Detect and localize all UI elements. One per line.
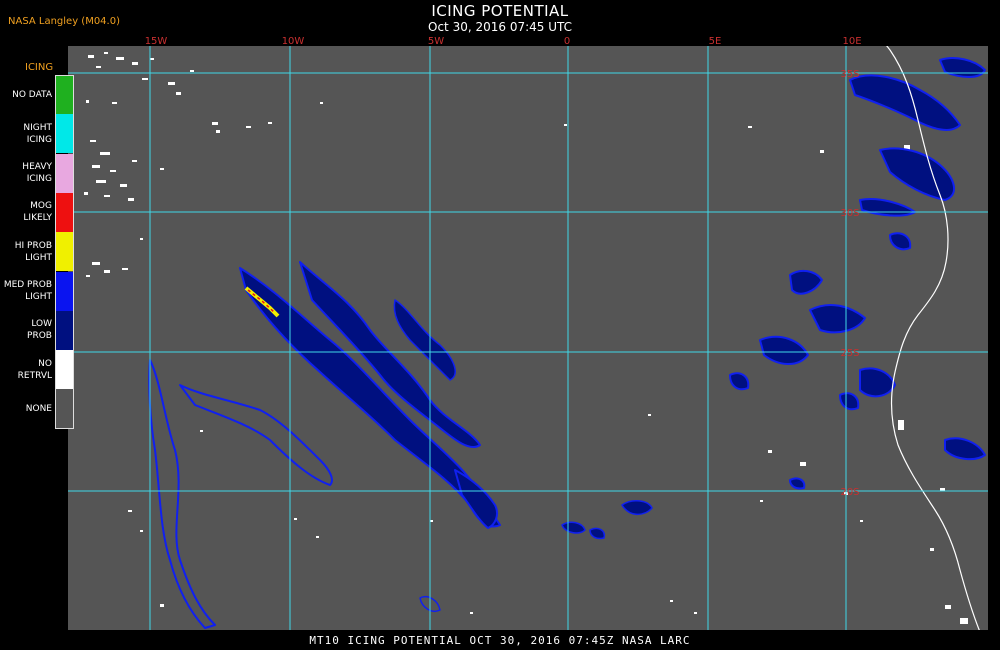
legend-item-label: NO RETRVL	[17, 358, 52, 381]
lon-label-15w: 15W	[145, 36, 168, 47]
legend-color-swatch	[56, 153, 74, 193]
legend-item-label: MOG LIKELY	[23, 201, 52, 224]
satellite-map: 15W 10W 5W 0 5E 10E 35S 30S 25S 20S	[68, 36, 988, 630]
legend-color-swatch	[56, 310, 74, 350]
lat-label-30s: 30S	[840, 208, 859, 219]
lat-label-35s: 35S	[840, 69, 859, 80]
lon-label-5w: 5W	[428, 36, 444, 47]
legend-item-label: LOW PROB	[27, 319, 52, 342]
legend-item-label: HI PROB LIGHT	[14, 240, 52, 263]
legend-item: MED PROB LIGHT	[0, 271, 76, 311]
legend-item: NIGHT ICING	[0, 114, 76, 154]
legend-item-label: HEAVY ICING	[22, 162, 52, 185]
lat-label-20s: 20S	[840, 487, 859, 498]
legend-title: ICING	[25, 62, 54, 73]
legend-item-label: NONE	[25, 403, 52, 414]
legend-item: NO RETRVL	[0, 350, 76, 390]
lon-label-0: 0	[564, 36, 570, 47]
legend-color-swatch	[56, 192, 74, 232]
legend-item-label: NIGHT ICING	[23, 122, 52, 145]
lat-label-25s: 25S	[840, 348, 859, 359]
legend-item: HEAVY ICING	[0, 153, 76, 193]
legend-color-swatch	[56, 232, 74, 272]
legend-color-swatch	[56, 389, 74, 429]
legend-item: LOW PROB	[0, 310, 76, 350]
legend-color-swatch	[56, 114, 74, 154]
legend-item: HI PROB LIGHT	[0, 232, 76, 272]
legend-item: NO DATA	[0, 75, 76, 114]
legend-color-swatch	[56, 75, 74, 114]
map-background	[68, 46, 988, 630]
lon-label-10e: 10E	[842, 36, 861, 47]
lon-label-5e: 5E	[709, 36, 722, 47]
legend-item: NONE	[0, 389, 76, 429]
footer-caption: MT10 ICING POTENTIAL OCT 30, 2016 07:45Z…	[309, 634, 691, 647]
legend-item: MOG LIKELY	[0, 192, 76, 232]
legend-item-label: NO DATA	[12, 89, 52, 100]
longitude-labels: 15W 10W 5W 0 5E 10E	[145, 36, 862, 47]
lon-label-10w: 10W	[282, 36, 305, 47]
legend-color-swatch	[56, 350, 74, 390]
legend-color-swatch	[56, 271, 74, 311]
legend-item-label: MED PROB LIGHT	[3, 280, 52, 302]
